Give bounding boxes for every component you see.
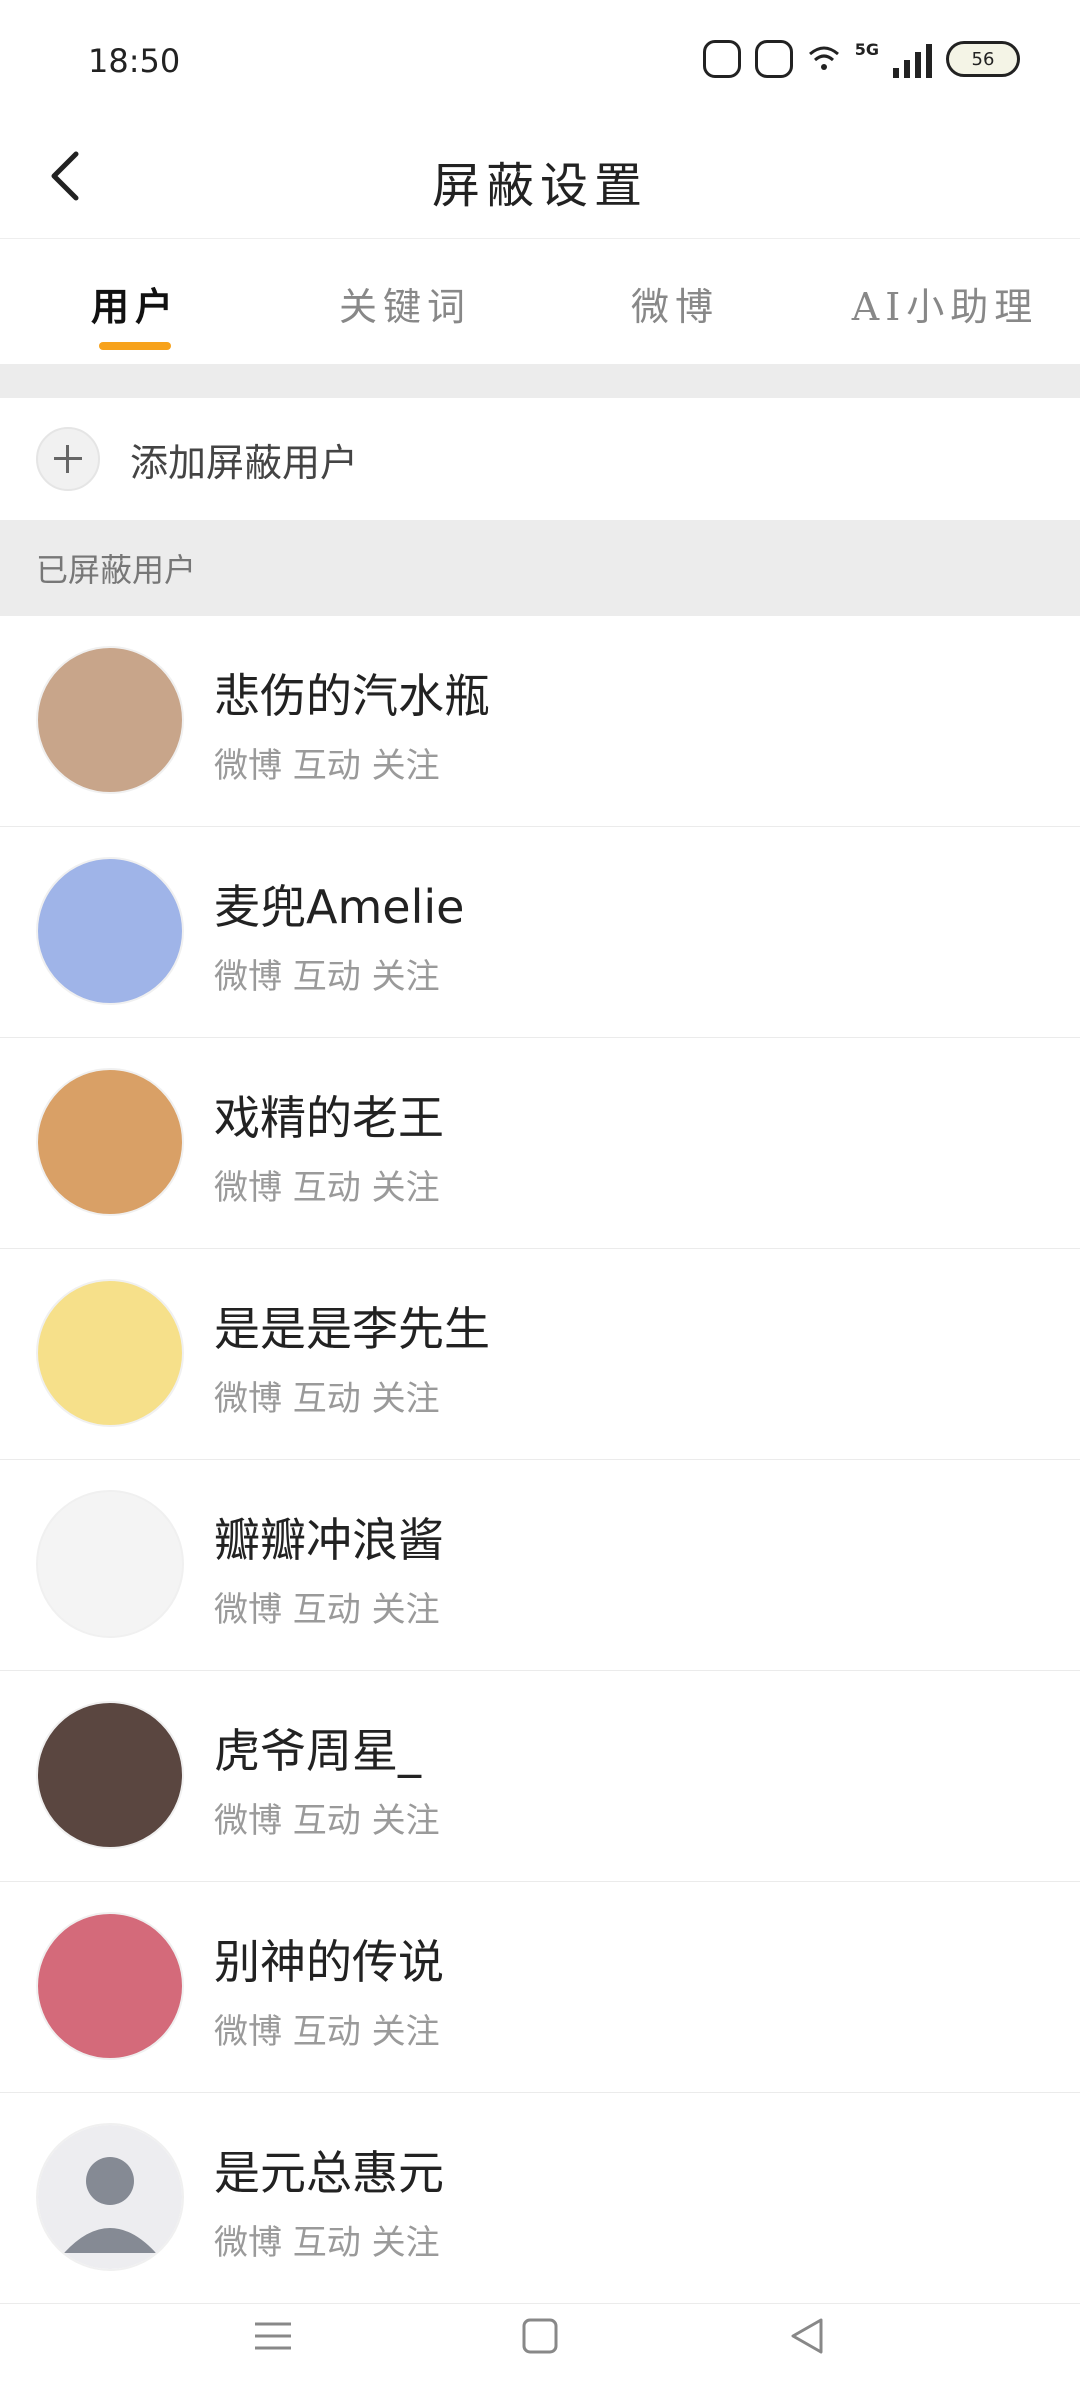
default-user-icon (38, 2125, 182, 2269)
avatar[interactable] (36, 1701, 184, 1849)
tab-users[interactable]: 用户 (0, 240, 270, 364)
home-button[interactable] (510, 2306, 570, 2366)
tab-weibo-label: 微博 (630, 285, 719, 329)
user-block-scope: 微博 互动 关注 (214, 1590, 440, 1630)
active-tab-indicator (99, 342, 171, 350)
user-name: 瓣瓣冲浪酱 (214, 1513, 444, 1567)
system-navigation-bar (0, 2272, 1080, 2400)
avatar[interactable] (36, 1912, 184, 2060)
avatar[interactable] (36, 646, 184, 794)
divider-gap (0, 364, 1080, 398)
avatar[interactable] (36, 1490, 184, 1638)
tab-users-label: 用户 (90, 284, 179, 329)
user-block-scope: 微博 互动 关注 (214, 1379, 440, 1419)
status-bar: 18:50 5G 56 (0, 0, 1080, 110)
battery-level: 56 (971, 48, 995, 70)
menu-icon (255, 2322, 292, 2350)
section-header: 已屏蔽用户 (0, 520, 1080, 616)
list-item[interactable]: 是是是李先生 微博 互动 关注 (0, 1249, 1080, 1460)
list-item[interactable]: 悲伤的汽水瓶 微博 互动 关注 (0, 616, 1080, 827)
user-block-scope: 微博 互动 关注 (214, 2012, 440, 2052)
tab-weibo[interactable]: 微博 (540, 240, 810, 364)
list-item[interactable]: 麦兜Amelie 微博 互动 关注 (0, 827, 1080, 1038)
status-icons: 5G 56 (702, 39, 1020, 78)
user-block-scope: 微博 互动 关注 (214, 957, 440, 997)
tab-keywords[interactable]: 关键词 (270, 240, 540, 364)
list-item[interactable]: 别神的传说 微博 互动 关注 (0, 1882, 1080, 2093)
page-title: 屏蔽设置 (431, 158, 648, 214)
section-header-label: 已屏蔽用户 (36, 551, 197, 589)
tab-bar: 用户 关键词 微博 AI小助理 (0, 240, 1080, 364)
tab-ai-assistant-label: AI小助理 (851, 285, 1039, 329)
top-navigation: 屏蔽设置 (0, 110, 1080, 239)
user-name: 戏精的老王 (214, 1091, 444, 1145)
user-name: 别神的传说 (214, 1935, 444, 1989)
avatar[interactable] (36, 1279, 184, 1427)
user-name: 虎爷周星_ (214, 1724, 421, 1778)
plus-icon (36, 427, 100, 491)
user-block-scope: 微博 互动 关注 (214, 1801, 440, 1841)
user-block-scope: 微博 互动 关注 (214, 1168, 440, 1208)
battery-icon: 56 (946, 41, 1020, 77)
user-block-scope: 微博 互动 关注 (214, 746, 440, 786)
pig-notification-icon (754, 40, 793, 78)
menu-button[interactable] (243, 2306, 303, 2366)
avatar[interactable] (36, 1068, 184, 1216)
user-block-scope: 微博 互动 关注 (214, 2223, 440, 2263)
user-name: 麦兜Amelie (214, 880, 465, 934)
home-square-icon (522, 2318, 558, 2354)
avatar-default[interactable] (36, 2123, 184, 2271)
back-nav-button[interactable] (777, 2306, 837, 2366)
wifi-icon (808, 46, 839, 70)
app-notification-icon (702, 40, 741, 78)
add-blocked-user-label: 添加屏蔽用户 (130, 440, 359, 485)
user-name: 是是是李先生 (214, 1302, 490, 1356)
blocked-users-list: 悲伤的汽水瓶 微博 互动 关注 麦兜Amelie 微博 互动 关注 戏精的老王 … (0, 616, 1080, 2304)
list-item[interactable]: 瓣瓣冲浪酱 微博 互动 关注 (0, 1460, 1080, 1671)
user-name: 悲伤的汽水瓶 (214, 669, 490, 723)
user-name: 是元总惠元 (214, 2146, 444, 2200)
tab-ai-assistant[interactable]: AI小助理 (810, 240, 1080, 364)
list-item[interactable]: 戏精的老王 微博 互动 关注 (0, 1038, 1080, 1249)
avatar[interactable] (36, 857, 184, 1005)
signal-icon (893, 40, 932, 78)
list-item[interactable]: 虎爷周星_ 微博 互动 关注 (0, 1671, 1080, 1882)
back-triangle-icon (791, 2318, 823, 2354)
tab-keywords-label: 关键词 (338, 285, 471, 329)
add-blocked-user-button[interactable]: 添加屏蔽用户 (0, 398, 1080, 520)
network-type: 5G (854, 39, 879, 59)
status-time: 18:50 (88, 42, 181, 80)
